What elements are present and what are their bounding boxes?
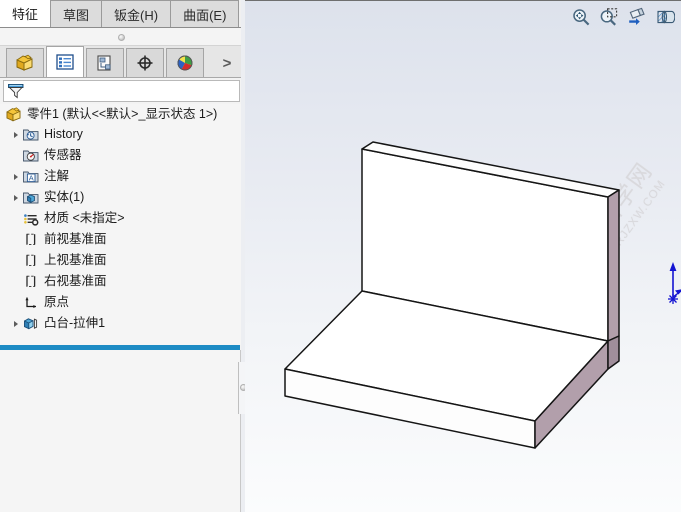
view-toolbar [569,5,677,29]
magnifier-fit-icon [573,9,590,26]
plane-icon [22,273,40,291]
expand-arrow-icon[interactable] [10,167,22,187]
crosshair-target-icon [137,55,153,71]
svg-text:A: A [29,173,34,182]
manager-more-tabs-button[interactable]: > [217,49,237,77]
feature-manager-panel: 特征 草图 钣金(H) 曲面(E) > 零件1 (默认<<默认>_显示状态 1>… [0,0,245,512]
tree-item-sensors[interactable]: 传感器 [0,145,245,166]
expand-arrow-icon[interactable] [10,314,22,334]
chevron-right-icon: > [222,54,232,72]
solid-bodies-icon [22,189,40,207]
command-tab-label: 钣金(H) [114,7,159,23]
configuration-icon [97,55,111,71]
yellow-part-icon [16,54,33,71]
tree-item-boss-extrude1[interactable]: 凸台-拉伸1 [0,313,245,334]
model-face-wall-side [607,189,620,342]
plane-icon [22,231,40,249]
tree-root-item[interactable]: 零件1 (默认<<默认>_显示状态 1>) [0,104,245,124]
expand-arrow-placeholder [10,230,22,250]
expand-arrow-placeholder [10,146,22,166]
tree-item-label: 原点 [44,295,70,310]
view-orientation-button[interactable] [625,6,649,28]
command-tab-surfaces[interactable]: 曲面(E) [170,0,240,27]
tree-root-label: 零件1 (默认<<默认>_显示状态 1>) [27,106,218,121]
tree-filter-input[interactable] [26,82,239,100]
property-list-icon [56,54,74,70]
tree-empty-area [0,350,241,512]
configuration-manager-tab[interactable] [86,48,124,77]
plane-icon [22,252,40,270]
tree-item-right-plane[interactable]: 右视基准面 [0,271,245,292]
boss-extrude-icon [22,315,40,333]
annotation-icon: A [22,168,40,186]
dimxpert-manager-tab[interactable] [126,48,164,77]
history-icon [22,126,40,144]
tree-item-history[interactable]: History [0,124,245,145]
manager-tab-bar: > [0,46,245,78]
command-tab-label: 曲面(E) [183,7,227,23]
expand-arrow-placeholder [10,209,22,229]
material-icon [22,210,40,228]
origin-triad-blue [668,262,681,304]
tree-filter-bar[interactable] [3,80,240,102]
feature-manager-tab[interactable] [6,48,44,77]
display-manager-tab[interactable] [166,48,204,77]
color-sphere-icon [177,55,193,71]
tree-item-label: 实体(1) [44,190,85,205]
tree-item-label: 注解 [44,169,70,184]
tree-item-top-plane[interactable]: 上视基准面 [0,250,245,271]
horizontal-splitter[interactable] [0,28,245,46]
solidworks-window: 特征 草图 钣金(H) 曲面(E) > 零件1 (默认<<默认>_显示状态 1>… [0,0,681,512]
sensor-icon [22,147,40,165]
command-tab-sheetmetal[interactable]: 钣金(H) [101,0,172,27]
expand-arrow-icon[interactable] [10,188,22,208]
zoom-to-area-button[interactable] [597,6,621,28]
section-cylinder-icon [657,10,675,24]
tree-item-label: 传感器 [44,148,82,163]
command-tab-bar: 特征 草图 钣金(H) 曲面(E) [0,0,245,28]
design-tree: 零件1 (默认<<默认>_显示状态 1>) History 传感器 A 注解 实… [0,104,245,345]
tree-item-material[interactable]: 材质 <未指定> [0,208,245,229]
funnel-filter-icon [8,84,24,99]
expand-arrow-placeholder [10,272,22,292]
graphics-viewport[interactable]: 软件自学网 WWW.RJZXW.COM [245,0,681,512]
yellow-part-icon [5,105,23,123]
flashlight-arrow-icon [629,7,645,25]
tree-item-label: 凸台-拉伸1 [44,316,106,331]
splitter-grip-dot[interactable] [118,34,125,41]
command-tab-sketch[interactable]: 草图 [50,0,103,27]
tree-item-label: 右视基准面 [44,274,107,289]
expand-arrow-placeholder [10,251,22,271]
tree-item-label: 前视基准面 [44,232,107,247]
tree-item-label: 上视基准面 [44,253,107,268]
command-tab-label: 草图 [63,7,90,23]
tree-item-solid-bodies[interactable]: 实体(1) [0,187,245,208]
tree-item-origin[interactable]: 原点 [0,292,245,313]
tree-item-front-plane[interactable]: 前视基准面 [0,229,245,250]
magnifier-area-icon [600,8,618,26]
zoom-to-fit-button[interactable] [569,6,593,28]
command-tab-label: 特征 [12,7,39,22]
model-face-corner-side [607,335,620,370]
expand-arrow-icon[interactable] [10,125,22,145]
command-tab-features[interactable]: 特征 [0,0,52,27]
tree-item-annotations[interactable]: A 注解 [0,166,245,187]
l-bracket-model[interactable] [245,1,681,512]
origin-icon [22,294,40,312]
tree-item-label: 材质 <未指定> [44,211,125,226]
section-view-button[interactable] [653,6,677,28]
property-manager-tab[interactable] [46,46,84,77]
tree-item-label: History [44,127,83,142]
expand-arrow-placeholder [10,293,22,313]
